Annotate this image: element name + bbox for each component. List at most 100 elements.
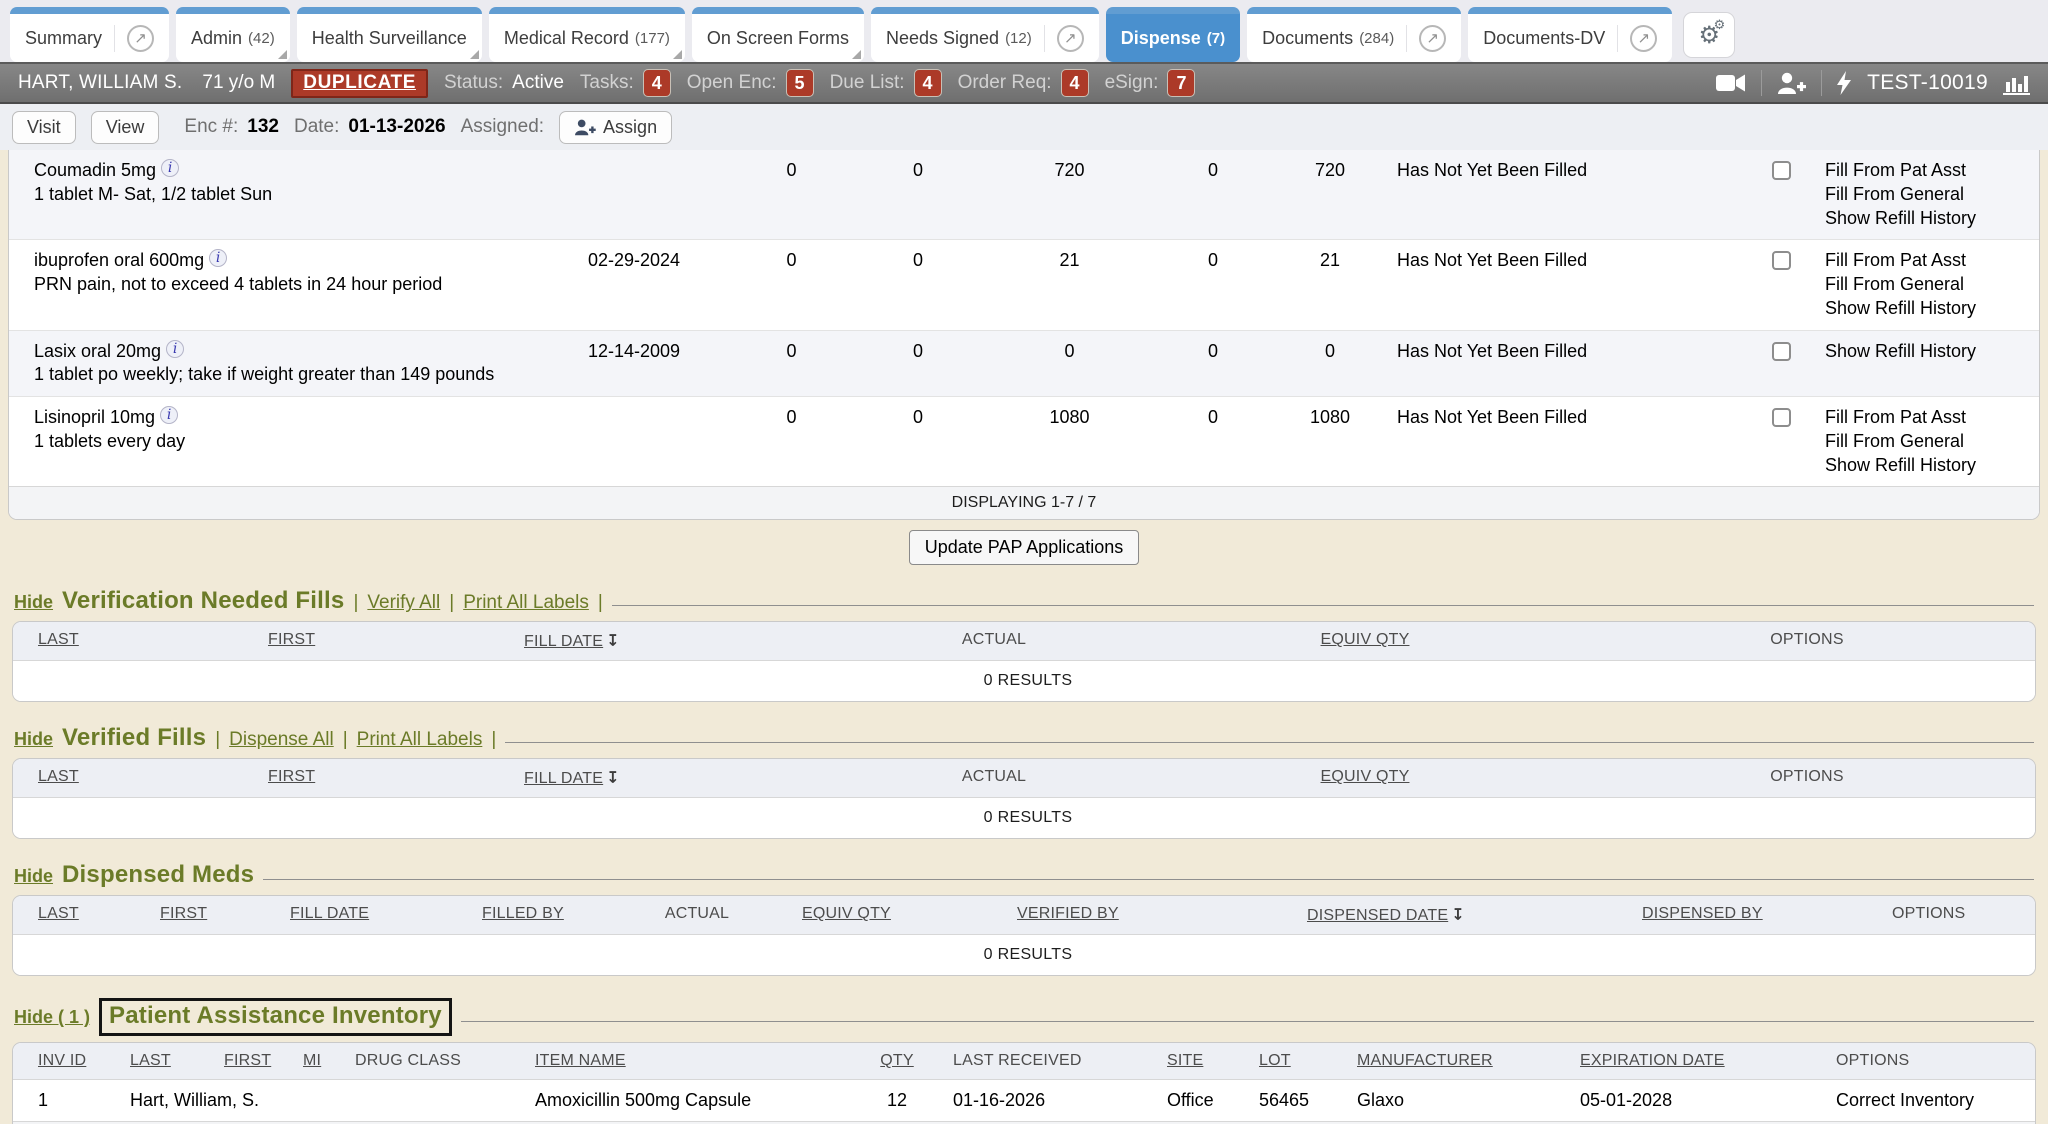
show-refill-history-action[interactable]: Show Refill History	[1825, 454, 2033, 478]
empty-results: 0 RESULTS	[13, 798, 2036, 839]
rule	[505, 742, 2034, 743]
due-list-count-badge[interactable]: 4	[914, 69, 942, 97]
verify-all-link[interactable]: Verify All	[367, 592, 440, 614]
tab-bar: Summary ↗ Admin (42) Health Surveillance…	[0, 0, 2048, 62]
sort-desc-icon: ↧	[606, 631, 620, 650]
tab-count: (177)	[635, 30, 670, 47]
bar-chart-icon[interactable]	[2003, 71, 2030, 95]
col-header-inv-id: INV ID	[13, 1043, 105, 1080]
popout-icon[interactable]: ↗	[1044, 25, 1084, 52]
main-content: Coumadin 5mgi 1 tablet M- Sat, 1/2 table…	[0, 150, 2048, 1124]
show-refill-history-action[interactable]: Show Refill History	[1825, 297, 2033, 321]
print-all-labels-link[interactable]: Print All Labels	[357, 729, 483, 751]
hide-link[interactable]: Hide ( 1 )	[14, 1007, 90, 1028]
col-header-fill-date: FILL DATE	[265, 896, 457, 935]
tab-documents-dv[interactable]: Documents-DV ↗	[1468, 7, 1672, 62]
med-qty-2: 0	[854, 330, 982, 397]
col-header-last: LAST	[13, 759, 243, 798]
hide-link[interactable]: Hide	[14, 729, 53, 750]
tab-label: Health Surveillance	[312, 28, 467, 49]
show-refill-history-action[interactable]: Show Refill History	[1825, 207, 2033, 231]
update-pap-applications-button[interactable]: Update PAP Applications	[909, 530, 1139, 565]
tab-medical-record[interactable]: Medical Record (177)	[489, 7, 685, 62]
med-qty-3: 1080	[982, 397, 1157, 487]
tab-label: Summary	[25, 28, 102, 49]
patient-bar: HART, WILLIAM S. 71 y/o M DUPLICATE Stat…	[0, 62, 2048, 104]
hide-link[interactable]: Hide	[14, 592, 53, 613]
col-header-first: FIRST	[243, 759, 499, 798]
fill-from-general-action[interactable]: Fill From General	[1825, 430, 2033, 454]
col-header-verified-by: VERIFIED BY	[992, 896, 1282, 935]
med-qty-5: 1080	[1269, 397, 1391, 487]
view-button[interactable]: View	[91, 111, 160, 144]
tab-documents[interactable]: Documents (284) ↗	[1247, 7, 1461, 62]
med-qty-2: 0	[854, 397, 982, 487]
tab-dispense[interactable]: Dispense (7)	[1106, 7, 1240, 62]
section-title: Dispensed Meds	[62, 861, 254, 889]
col-header-last: LAST	[105, 1043, 199, 1080]
med-row-checkbox[interactable]	[1772, 342, 1791, 361]
med-sig: 1 tablet M- Sat, 1/2 tablet Sun	[34, 184, 272, 204]
med-date	[539, 150, 729, 240]
tasks-count-badge[interactable]: 4	[643, 69, 671, 97]
fill-from-pat-asst-action[interactable]: Fill From Pat Asst	[1825, 249, 2033, 273]
dispensed-meds-section: Hide Dispensed Meds LAST FIRST FILL DATE…	[12, 861, 2036, 976]
info-icon[interactable]: i	[160, 406, 178, 424]
fill-from-pat-asst-action[interactable]: Fill From Pat Asst	[1825, 159, 2033, 183]
status-label: Status:	[444, 72, 503, 94]
esign-count-badge[interactable]: 7	[1167, 69, 1195, 97]
add-person-icon[interactable]	[1777, 72, 1806, 95]
tab-health-surveillance[interactable]: Health Surveillance	[297, 7, 482, 62]
inv-site: Office	[1142, 1080, 1234, 1122]
correct-inventory-action[interactable]: Correct Inventory	[1811, 1080, 2036, 1122]
print-all-labels-link[interactable]: Print All Labels	[463, 592, 589, 614]
verification-needed-fills-section: Hide Verification Needed Fills | Verify …	[12, 587, 2036, 702]
fill-from-pat-asst-action[interactable]: Fill From Pat Asst	[1825, 406, 2033, 430]
duplicate-alert-badge[interactable]: DUPLICATE	[291, 69, 428, 98]
info-icon[interactable]: i	[161, 159, 179, 177]
med-qty-5: 0	[1269, 330, 1391, 397]
enc-number-value: 132	[247, 116, 279, 138]
col-header-first: FIRST	[199, 1043, 278, 1080]
med-row-checkbox[interactable]	[1772, 251, 1791, 270]
popout-icon[interactable]: ↗	[1617, 25, 1657, 52]
dropdown-fold-icon	[278, 50, 287, 59]
hide-link[interactable]: Hide	[14, 866, 53, 887]
col-header-equiv-qty: EQUIV QTY	[1159, 622, 1571, 661]
video-camera-icon[interactable]	[1716, 72, 1746, 94]
settings-button[interactable]: ⚙ ⚙	[1683, 12, 1735, 58]
info-icon[interactable]: i	[209, 249, 227, 267]
tab-on-screen-forms[interactable]: On Screen Forms	[692, 7, 864, 62]
gear-small-icon: ⚙	[1714, 19, 1726, 32]
med-row-checkbox[interactable]	[1772, 408, 1791, 427]
separator: |	[343, 729, 348, 751]
med-row-checkbox[interactable]	[1772, 161, 1791, 180]
section-title-highlighted: Patient Assistance Inventory	[99, 998, 452, 1036]
fill-from-general-action[interactable]: Fill From General	[1825, 183, 2033, 207]
col-header-last: LAST	[13, 896, 135, 935]
popout-icon[interactable]: ↗	[114, 25, 154, 52]
order-req-count-badge[interactable]: 4	[1061, 69, 1089, 97]
open-enc-count-badge[interactable]: 5	[786, 69, 814, 97]
tab-admin[interactable]: Admin (42)	[176, 7, 290, 62]
assign-button[interactable]: Assign	[559, 111, 672, 144]
tab-needs-signed[interactable]: Needs Signed (12) ↗	[871, 7, 1099, 62]
col-header-last-received: LAST RECEIVED	[928, 1043, 1142, 1080]
col-header-equiv-qty: EQUIV QTY	[777, 896, 992, 935]
lightning-bolt-icon[interactable]	[1837, 71, 1852, 95]
med-sig: 1 tablet po weekly; take if weight great…	[34, 364, 494, 384]
fill-from-general-action[interactable]: Fill From General	[1825, 273, 2033, 297]
show-refill-history-action[interactable]: Show Refill History	[1825, 340, 2033, 364]
col-header-actual: ACTUAL	[829, 759, 1159, 798]
med-qty-1: 0	[729, 150, 854, 240]
dispense-all-link[interactable]: Dispense All	[229, 729, 334, 751]
tab-summary[interactable]: Summary ↗	[10, 7, 169, 62]
visit-button[interactable]: Visit	[12, 111, 76, 144]
encounter-bar: Visit View Enc #: 132 Date: 01-13-2026 A…	[0, 104, 2048, 150]
inv-last-received: 01-16-2026	[928, 1080, 1142, 1122]
inv-id: 1	[13, 1080, 105, 1122]
med-row-coumadin: Coumadin 5mgi 1 tablet M- Sat, 1/2 table…	[9, 150, 2039, 240]
col-header-fill-date: FILL DATE↧	[499, 622, 829, 661]
popout-icon[interactable]: ↗	[1406, 25, 1446, 52]
info-icon[interactable]: i	[166, 340, 184, 358]
